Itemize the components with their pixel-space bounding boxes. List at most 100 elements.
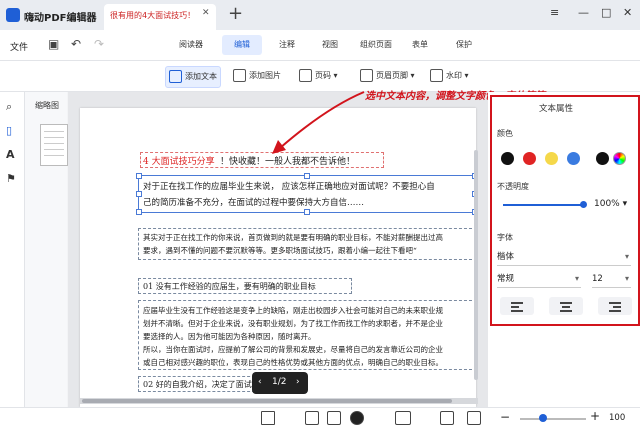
- page-navigator: ‹ 1/2 ›: [252, 372, 308, 394]
- undo-icon[interactable]: ↶: [71, 37, 81, 51]
- watermark-icon: [430, 69, 443, 82]
- page-number-icon: [299, 69, 312, 82]
- fullscreen-icon[interactable]: [467, 411, 481, 425]
- app-logo-icon: [6, 8, 20, 22]
- tab-reader[interactable]: 阅读器: [170, 35, 212, 55]
- minimize-icon[interactable]: —: [578, 6, 589, 19]
- font-style-select[interactable]: 常规 ▾: [497, 271, 581, 288]
- selected-text-line: 对于正在找工作的应届毕业生来说， 应该怎样正确地应对面试呢？不要担心自: [143, 182, 435, 192]
- resize-handle[interactable]: [136, 209, 142, 215]
- page-thumbnail[interactable]: [40, 124, 68, 166]
- tab-edit[interactable]: 编辑: [222, 35, 262, 55]
- redo-icon[interactable]: ↷: [94, 37, 104, 51]
- zoom-in-icon[interactable]: +: [590, 409, 600, 423]
- tab-annotate[interactable]: 注释: [268, 35, 306, 55]
- previous-page-icon[interactable]: ‹: [258, 377, 262, 387]
- save-icon[interactable]: ▣: [48, 37, 59, 51]
- play-icon[interactable]: [350, 411, 364, 425]
- chevron-down-icon: ▾: [574, 274, 579, 283]
- header-footer-button[interactable]: 页眉页脚 ▾: [360, 66, 415, 86]
- resize-handle[interactable]: [304, 209, 310, 215]
- bookmark-icon[interactable]: ⚑: [6, 172, 18, 185]
- fit-width-icon[interactable]: [440, 411, 454, 425]
- chevron-down-icon: ▾: [624, 252, 629, 261]
- opacity-value-text: 100%: [594, 199, 620, 209]
- color-picker-icon[interactable]: [613, 152, 626, 165]
- font-size-select[interactable]: 12 ▾: [592, 271, 631, 288]
- document-tab-title: 很有用的4大面试技巧！: [110, 11, 196, 20]
- add-image-label: 添加图片: [249, 71, 281, 80]
- tab-view[interactable]: 视图: [311, 35, 349, 55]
- page-number-button[interactable]: 页码 ▾: [299, 66, 338, 86]
- paragraph-line: 其实对于正在找工作的你来说，首页做到的就是要有明确的职业目标，不能对薪酬提出过高: [143, 233, 443, 242]
- tab-forms[interactable]: 表单: [402, 35, 438, 55]
- zoom-out-icon[interactable]: −: [500, 410, 510, 424]
- new-tab-icon[interactable]: +: [228, 3, 243, 24]
- tab-protect[interactable]: 保护: [446, 35, 482, 55]
- single-page-icon[interactable]: [305, 411, 319, 425]
- font-label: 字体: [497, 233, 513, 242]
- close-tab-icon[interactable]: ✕: [202, 8, 210, 18]
- page-indicator: 1/2: [272, 377, 287, 387]
- zoom-value: 100: [609, 413, 626, 423]
- annotation-arrow-icon: [272, 91, 365, 154]
- header-footer-icon: [360, 69, 373, 82]
- paragraph-line: 要求，遇到不懂的问题不要沉默等等。更多职场面试技巧，跟着小编一起往下看吧“: [143, 246, 417, 255]
- panel-title: 文本属性: [539, 104, 574, 114]
- vertical-scrollbar[interactable]: [474, 150, 478, 380]
- add-image-icon: [233, 69, 246, 82]
- align-center-button[interactable]: [549, 297, 583, 315]
- thumbnail-icon[interactable]: ▯: [6, 124, 18, 137]
- paragraph-line: 要选择的人。因为他可能因为各种原因，随时离开。: [143, 332, 316, 341]
- color-swatch-red[interactable]: [523, 152, 536, 165]
- actual-size-icon[interactable]: [395, 411, 411, 425]
- add-text-icon: [169, 70, 182, 83]
- menu-icon[interactable]: ≡: [550, 6, 559, 19]
- thumbnail-label: 缩略图: [35, 101, 59, 110]
- resize-handle[interactable]: [136, 173, 142, 179]
- font-family-value: 楷体: [497, 252, 515, 262]
- color-swatch-black-2[interactable]: [596, 152, 609, 165]
- color-swatch-yellow[interactable]: [545, 152, 558, 165]
- align-left-button[interactable]: [500, 297, 534, 315]
- opacity-slider-knob[interactable]: [580, 201, 587, 208]
- search-icon[interactable]: ⌕: [6, 100, 18, 113]
- font-size-value: 12: [592, 274, 603, 284]
- selected-text-line: 己的简历准备不充分，在面试的过程中要保持大方自信……: [143, 198, 365, 208]
- opacity-label: 不透明度: [497, 182, 529, 191]
- header-footer-label: 页眉页脚: [376, 71, 408, 80]
- text-icon[interactable]: A: [6, 148, 18, 161]
- paragraph-line: 应届毕业生没有工作经验这是变争上的缺陷，刚走出校园步入社会可能对自己的未来职业规: [143, 306, 443, 315]
- add-text-button[interactable]: 添加文本: [165, 66, 221, 88]
- paragraph-line: 划并不清晰。但对于企业来说，没有职业规划，为了找工作而找工作的求职者，并不是企业: [143, 319, 443, 328]
- watermark-button[interactable]: 水印 ▾: [430, 66, 469, 86]
- tab-organize-pages[interactable]: 组织页面: [353, 35, 399, 55]
- add-text-label: 添加文本: [185, 72, 217, 81]
- fit-page-icon[interactable]: [261, 411, 275, 425]
- close-window-icon[interactable]: ✕: [623, 6, 632, 19]
- color-swatch-blue[interactable]: [567, 152, 580, 165]
- file-menu[interactable]: 文件: [10, 40, 28, 53]
- watermark-label: 水印: [446, 71, 462, 80]
- add-image-button[interactable]: 添加图片: [233, 66, 281, 86]
- maximize-icon[interactable]: □: [601, 6, 611, 19]
- next-page-icon[interactable]: ›: [296, 377, 300, 387]
- color-swatch-black[interactable]: [501, 152, 514, 165]
- font-style-value: 常规: [497, 274, 515, 284]
- opacity-slider[interactable]: [503, 204, 583, 206]
- heading-red-text: 4 大面试技巧分享: [143, 157, 215, 167]
- paragraph-line: 所以，当你在面试时，应提前了解公司的背景和发展史，尽量将自己的发言靠近公司的企业: [143, 345, 443, 354]
- section-heading: 01 没有工作经验的应届生，要有明确的职业目标: [143, 282, 316, 291]
- color-label: 颜色: [497, 129, 513, 138]
- app-name: 嗨动PDF编辑器: [24, 13, 97, 24]
- horizontal-scroll-thumb[interactable]: [82, 399, 452, 403]
- align-right-button[interactable]: [598, 297, 632, 315]
- zoom-slider[interactable]: [520, 418, 586, 420]
- font-family-select[interactable]: 楷体 ▾: [497, 249, 631, 266]
- two-page-icon[interactable]: [327, 411, 341, 425]
- opacity-value[interactable]: 100% ▾: [594, 199, 627, 209]
- chevron-down-icon: ▾: [624, 274, 629, 283]
- resize-handle[interactable]: [136, 191, 142, 197]
- resize-handle[interactable]: [304, 173, 310, 179]
- page-number-label: 页码: [315, 71, 331, 80]
